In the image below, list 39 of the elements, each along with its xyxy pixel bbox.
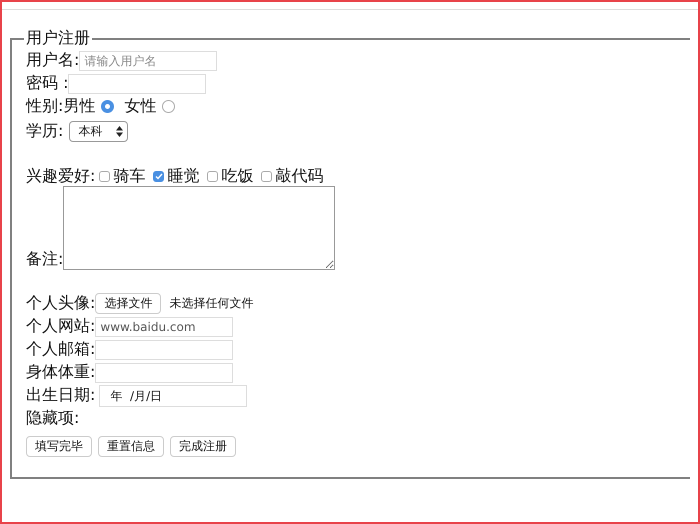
field-label: 个人头像: [26, 293, 96, 314]
file-status: 未选择任何文件 [169, 295, 254, 312]
option-label: 敲代码 [275, 166, 324, 187]
input-field[interactable]: www.baidu.com [95, 316, 234, 336]
form-button[interactable]: 填写完毕 [26, 436, 92, 457]
field-label: 个人邮箱: [26, 339, 96, 360]
radio-button[interactable] [101, 100, 114, 113]
checkbox[interactable] [207, 171, 218, 182]
updown-icon [116, 126, 124, 137]
form-button[interactable]: 完成注册 [170, 436, 236, 457]
input-field[interactable]: 请输入用户名 [79, 50, 218, 70]
choose-file-button[interactable]: 选择文件 [95, 293, 162, 314]
option-label: 骑车 [113, 166, 146, 187]
option-label: 女性 [124, 96, 156, 117]
date-field[interactable]: 年 /月/日 [99, 384, 248, 406]
input-field[interactable] [95, 362, 234, 382]
checkbox[interactable] [99, 171, 110, 182]
form-button[interactable]: 重置信息 [98, 436, 164, 457]
field-label: 用户名: [26, 50, 80, 71]
field-label: 性别: [26, 96, 64, 117]
field-label: 身体体重: [26, 362, 96, 383]
field-label: 隐藏项: [26, 408, 80, 429]
field-label: 备注: [26, 249, 64, 270]
option-label: 睡觉 [167, 166, 200, 187]
dropdown[interactable]: 本科 [69, 121, 128, 142]
option-label: 男性 [63, 96, 96, 117]
input-field[interactable] [95, 340, 234, 360]
field-label: 个人网站: [26, 316, 96, 337]
field-label: 兴趣爱好: [26, 166, 96, 187]
checkbox[interactable] [261, 171, 272, 182]
field-label: 密码 : [26, 73, 68, 94]
field-label: 出生日期: [26, 385, 96, 406]
input-field[interactable] [68, 74, 206, 94]
form-title: 用户注册 [25, 28, 91, 49]
radio-button[interactable] [162, 100, 176, 113]
checkbox[interactable] [153, 171, 164, 182]
option-label: 吃饭 [221, 166, 254, 187]
field-label: 学历: [26, 121, 64, 142]
notes-field[interactable] [63, 186, 336, 270]
